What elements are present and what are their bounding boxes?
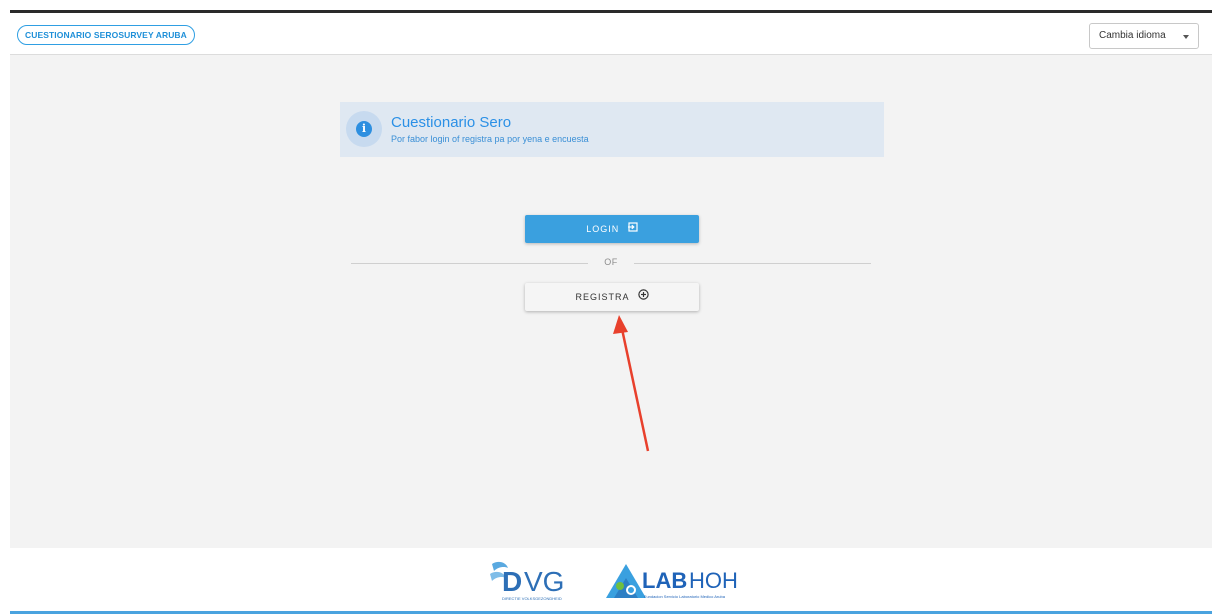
login-button-label: LOGIN (586, 224, 620, 234)
info-icon-halo: i (346, 111, 382, 147)
login-button[interactable]: LOGIN (525, 215, 699, 243)
divider-label: OF (604, 257, 618, 267)
footer: D VG DIRECTIE VOLKSGEZONDHEID LAB HOH Fu… (10, 548, 1212, 611)
language-select[interactable]: Cambia idioma (1089, 23, 1199, 49)
dvg-caption: DIRECTIE VOLKSGEZONDHEID (502, 596, 562, 601)
plus-circle-icon (637, 283, 649, 311)
partner-logos: D VG DIRECTIE VOLKSGEZONDHEID LAB HOH Fu… (490, 561, 738, 601)
alert-title: Cuestionario Sero (391, 114, 512, 131)
main-content: i Cuestionario Sero Por fabor login of r… (10, 55, 1212, 548)
survey-title-badge[interactable]: CUESTIONARIO SEROSURVEY ARUBA (17, 25, 195, 45)
or-divider: OF (351, 257, 871, 267)
login-icon (627, 215, 638, 243)
svg-text:D: D (502, 566, 522, 597)
svg-text:HOH: HOH (689, 568, 738, 593)
register-button-label: REGISTRA (575, 292, 629, 302)
svg-text:VG: VG (524, 566, 564, 597)
info-alert: i Cuestionario Sero Por fabor login of r… (340, 102, 884, 157)
header: CUESTIONARIO SEROSURVEY ARUBA Cambia idi… (10, 13, 1212, 55)
annotation-arrow (613, 315, 650, 452)
register-button[interactable]: REGISTRA (525, 283, 699, 311)
language-select-value: Cambia idioma (1099, 30, 1166, 41)
page: CUESTIONARIO SEROSURVEY ARUBA Cambia idi… (0, 0, 1212, 614)
labhoh-logo: LAB HOH Fundacion Servicio Laboratorio M… (606, 564, 738, 599)
svg-text:LAB: LAB (642, 568, 687, 593)
chevron-down-icon (1183, 35, 1189, 39)
labhoh-caption: Fundacion Servicio Laboratorio Medico Ar… (644, 594, 726, 599)
dvg-logo: D VG DIRECTIE VOLKSGEZONDHEID (490, 561, 564, 601)
info-icon: i (356, 121, 372, 137)
divider-line-left (351, 263, 588, 264)
alert-message: Por fabor login of registra pa por yena … (391, 134, 589, 144)
divider-line-right (634, 263, 871, 264)
